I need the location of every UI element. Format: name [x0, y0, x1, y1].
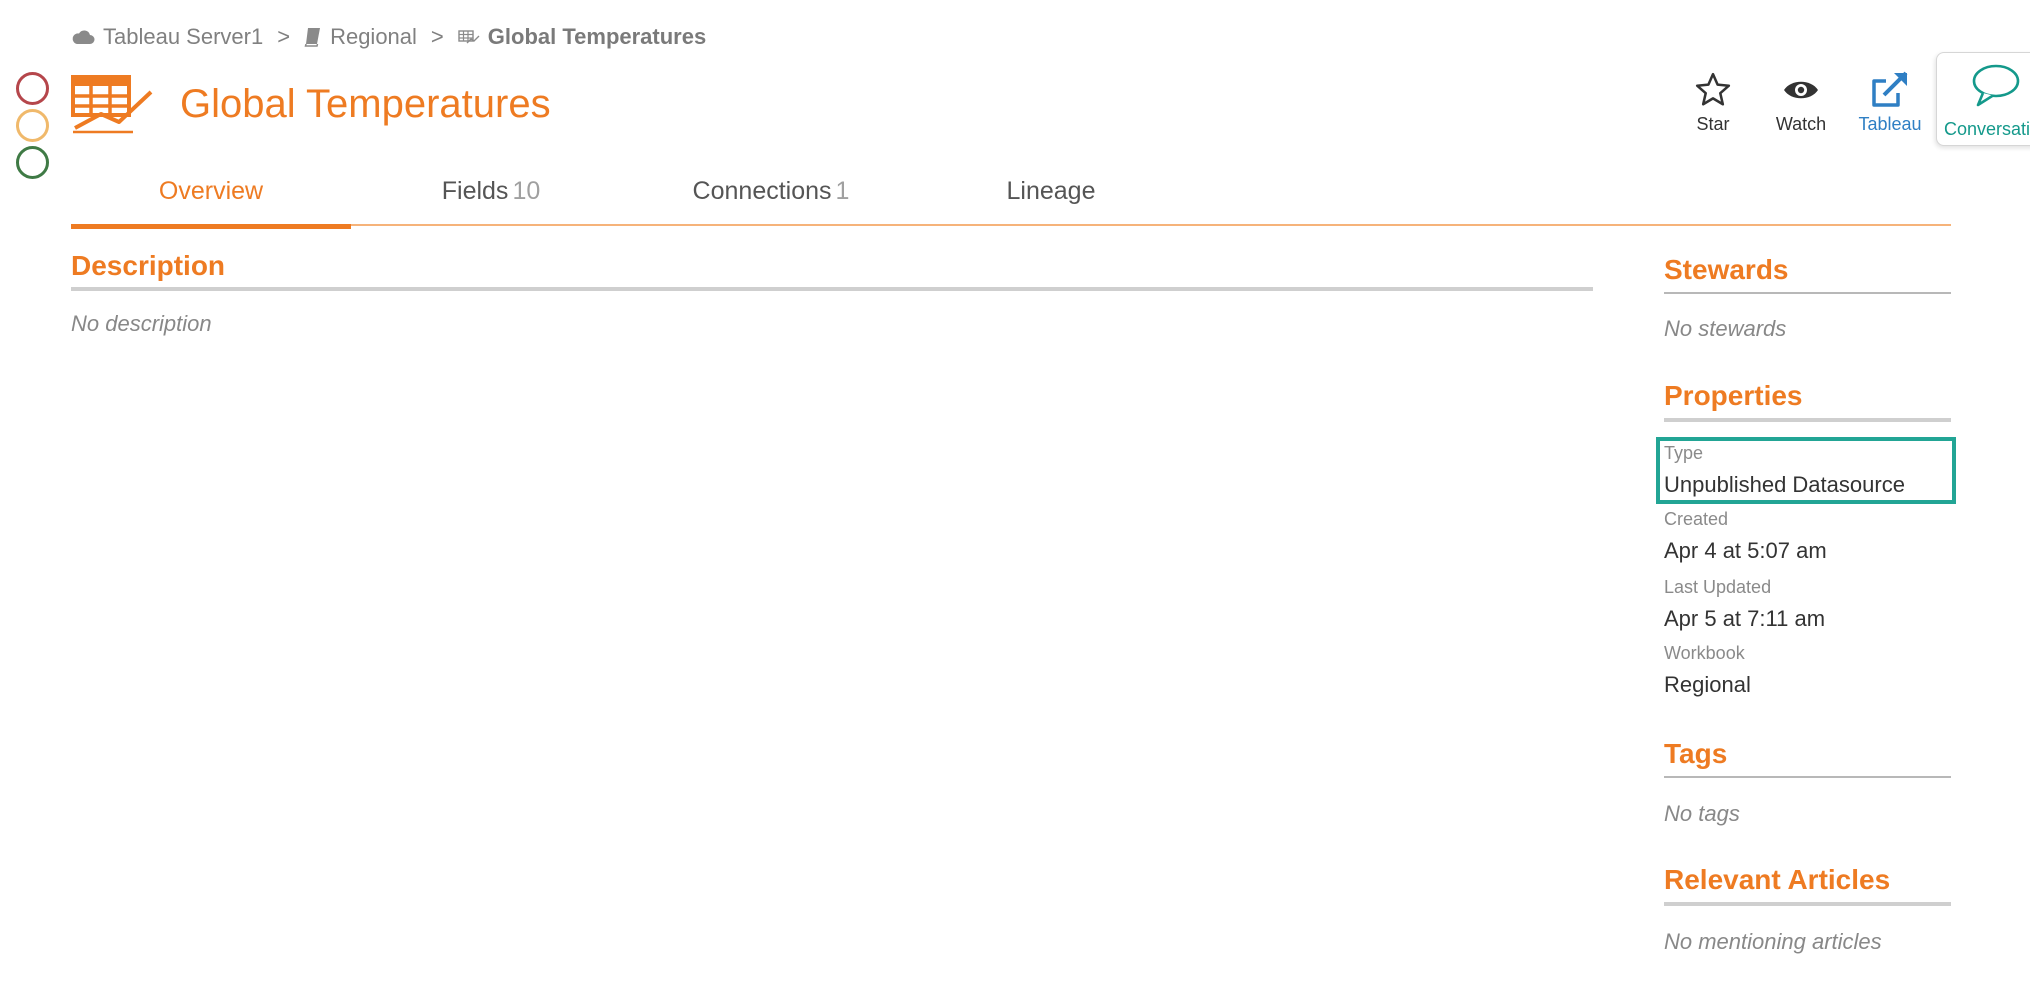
description-divider	[71, 287, 1593, 291]
relevant-articles-title: Relevant Articles	[1664, 864, 1891, 895]
tab-lineage[interactable]: Lineage	[911, 170, 1191, 226]
tab-fields[interactable]: Fields 10	[351, 170, 631, 226]
maximize-window-button[interactable]	[16, 146, 49, 179]
tags-title: Tags	[1664, 738, 1728, 769]
breadcrumb-item-workbook[interactable]: Regional	[304, 24, 417, 50]
conversations-label: Conversations	[1944, 119, 2030, 139]
last-updated-value: Apr 5 at 7:11 am	[1664, 606, 1826, 631]
cloud-icon	[72, 30, 95, 44]
star-label: Star	[1696, 114, 1730, 134]
breadcrumb-separator: >	[430, 24, 444, 49]
tab-connections[interactable]: Connections 1	[631, 170, 911, 226]
external-link-icon	[1872, 71, 1908, 107]
properties-divider	[1664, 418, 1951, 422]
minimize-window-button[interactable]	[16, 109, 49, 142]
datasource-icon	[458, 30, 480, 44]
tab-label: Fields	[441, 177, 509, 205]
eye-icon	[1784, 81, 1818, 99]
tab-bar: Overview Fields 10 Connections 1 Lineage	[71, 170, 1951, 229]
created-value: Apr 4 at 5:07 am	[1664, 538, 1827, 563]
relevant-articles-divider	[1664, 902, 1951, 906]
workbook-link[interactable]: Regional	[1664, 672, 1751, 698]
tab-label: Connections	[692, 177, 832, 205]
type-label: Type	[1664, 443, 1704, 463]
tags-text: No tags	[1664, 801, 1740, 826]
stewards-title: Stewards	[1664, 254, 1789, 285]
breadcrumb-item-server[interactable]: Tableau Server1	[71, 24, 263, 50]
datasource-icon	[71, 75, 153, 134]
tab-label: Lineage	[1006, 177, 1096, 205]
stewards-divider	[1664, 292, 1951, 294]
description-text: No description	[71, 311, 212, 336]
relevant-articles-text: No mentioning articles	[1664, 929, 1882, 954]
tab-overview[interactable]: Overview	[71, 170, 351, 229]
type-value: Unpublished Datasource	[1664, 472, 1905, 497]
book-icon	[304, 28, 321, 47]
last-updated-label: Last Updated	[1664, 577, 1772, 597]
tableau-label: Tableau	[1858, 114, 1922, 134]
conversations-button[interactable]: Conversations	[1936, 52, 2030, 146]
close-window-button[interactable]	[16, 72, 49, 105]
breadcrumb-separator: >	[277, 24, 291, 49]
star-icon	[1695, 72, 1731, 106]
breadcrumb-label: Global Temperatures	[487, 24, 707, 49]
breadcrumb-item-current: Global Temperatures	[458, 24, 706, 50]
stewards-text: No stewards	[1664, 316, 1787, 341]
star-button[interactable]: Star	[1673, 70, 1753, 135]
tags-divider	[1664, 776, 1951, 778]
workbook-label: Workbook	[1664, 643, 1745, 663]
breadcrumb-label: Regional	[330, 24, 417, 49]
watch-label: Watch	[1775, 114, 1827, 134]
open-in-tableau-button[interactable]: Tableau	[1850, 70, 1930, 135]
page-title: Global Temperatures	[180, 82, 551, 126]
description-title: Description	[71, 250, 226, 281]
speech-bubble-icon	[1972, 64, 2020, 107]
tab-label: Overview	[158, 177, 264, 205]
tab-count: 10	[512, 177, 541, 205]
page: Tableau Server1 > Regional > Global Temp…	[0, 0, 2030, 1002]
created-label: Created	[1664, 509, 1729, 529]
breadcrumb-label: Tableau Server1	[103, 24, 264, 49]
tab-count: 1	[835, 177, 850, 205]
breadcrumb: Tableau Server1 > Regional > Global Temp…	[71, 22, 706, 52]
properties-title: Properties	[1664, 380, 1803, 411]
watch-button[interactable]: Watch	[1761, 70, 1841, 135]
